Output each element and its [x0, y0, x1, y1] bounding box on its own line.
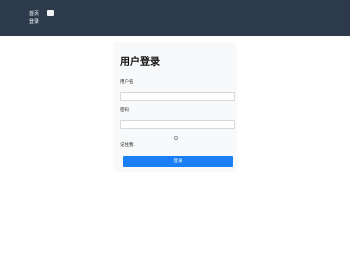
login-submit-button[interactable]: 登录 [123, 156, 233, 167]
nav-link-home[interactable]: 首页 [29, 11, 39, 17]
top-navbar: 首页 登录 [0, 0, 350, 36]
remember-me-label: 记住我 [120, 143, 134, 148]
remember-me-checkbox[interactable] [174, 136, 178, 140]
nav-link-login[interactable]: 登录 [29, 19, 39, 25]
username-input[interactable] [120, 92, 235, 101]
password-label: 密码 [120, 108, 129, 113]
password-input[interactable] [120, 120, 235, 129]
page-title: 用户登录 [120, 57, 160, 68]
username-label: 用户名 [120, 80, 134, 85]
navbar-toggle-button[interactable] [47, 10, 54, 16]
